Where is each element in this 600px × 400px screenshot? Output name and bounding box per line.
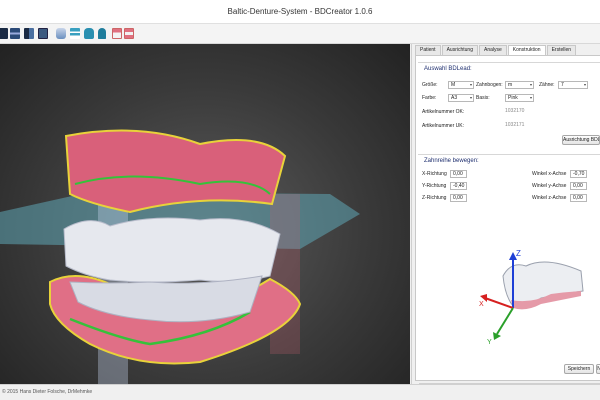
- teeth-row-icon[interactable]: [112, 28, 122, 39]
- tooth-single-icon[interactable]: [98, 28, 106, 39]
- construction-panel: Patient Ausrichtung Analyse Konstruktion…: [411, 44, 600, 390]
- tab-ausrichtung[interactable]: Ausrichtung: [441, 45, 478, 55]
- auswahl-group: Auswahl BDLead: Größe: M ▾ Zahnbogen: m ▾ …: [418, 62, 600, 150]
- model-toggle-icon[interactable]: [56, 28, 66, 39]
- zaehne-value: 7: [561, 82, 564, 88]
- view-front-icon[interactable]: [0, 28, 8, 39]
- zahnreihe-title: Zahnreihe bewegen:: [424, 158, 479, 164]
- ausrichtung-button[interactable]: Ausrichtung BDLead: [562, 135, 600, 145]
- zahnbogen-label: Zahnbogen:: [476, 82, 503, 88]
- lines-icon[interactable]: [70, 28, 80, 39]
- toolbar: [0, 24, 600, 44]
- 3d-viewport[interactable]: [0, 44, 410, 384]
- tab-content: Auswahl BDLead: Größe: M ▾ Zahnbogen: m ▾ …: [415, 55, 600, 390]
- axis-y-line: [496, 307, 514, 335]
- view-grid-icon[interactable]: [38, 28, 48, 39]
- winkel-y-label: Winkel y-Achse: [532, 183, 567, 189]
- y-richtung-input[interactable]: -0,40: [450, 182, 467, 190]
- window-title: Baltic-Denture-System - BDCreator 1.0.6: [227, 7, 373, 16]
- orientation-preview[interactable]: Z X Y: [471, 236, 591, 346]
- title-bar: Baltic-Denture-System - BDCreator 1.0.6: [0, 0, 600, 24]
- zahnbogen-value: m: [508, 82, 513, 88]
- farbe-select[interactable]: A3 ▾: [448, 94, 474, 102]
- artikel-uk-value: 1032171: [505, 122, 525, 128]
- chevron-down-icon: ▾: [529, 95, 532, 100]
- auswahl-title: Auswahl BDLead:: [424, 66, 472, 72]
- tab-bar: Patient Ausrichtung Analyse Konstruktion…: [415, 45, 577, 55]
- view-bar-icon[interactable]: [10, 28, 20, 39]
- chevron-down-icon: ▾: [583, 82, 586, 87]
- winkel-z-label: Winkel z-Achse: [532, 195, 567, 201]
- artikel-uk-label: Artikelnummer UK:: [422, 123, 464, 129]
- winkel-z-input[interactable]: 0,00: [570, 194, 587, 202]
- groesse-select[interactable]: M ▾: [448, 81, 474, 89]
- winkel-y-input[interactable]: 0,00: [570, 182, 587, 190]
- tab-patient[interactable]: Patient: [415, 45, 441, 55]
- artikel-ok-value: 1032170: [505, 108, 525, 114]
- layers-icon[interactable]: [124, 28, 134, 39]
- chevron-down-icon: ▾: [529, 82, 532, 87]
- tab-konstruktion[interactable]: Konstruktion: [507, 45, 546, 55]
- z-richtung-label: Z-Richtung: [422, 195, 447, 201]
- y-richtung-label: Y-Richtung: [422, 183, 447, 189]
- basis-label: Basis:: [476, 95, 490, 101]
- farbe-value: A3: [451, 95, 458, 101]
- status-bar: © 2015 Hans Dieter Folsche, DrMehmke: [0, 384, 600, 400]
- groesse-label: Größe:: [422, 82, 438, 88]
- zahnbogen-select[interactable]: m ▾: [505, 81, 534, 89]
- basis-select[interactable]: Pink ▾: [505, 94, 534, 102]
- groesse-value: M: [451, 82, 456, 88]
- zahnreihe-group: Zahnreihe bewegen: X-Richtung 0,00 Winke…: [418, 154, 600, 204]
- artikel-ok-label: Artikelnummer OK:: [422, 109, 465, 115]
- speichern-button[interactable]: Speichern: [564, 364, 594, 374]
- x-richtung-label: X-Richtung: [422, 171, 447, 177]
- axis-y-label: Y: [487, 339, 492, 346]
- farbe-label: Farbe:: [422, 95, 437, 101]
- denture-model[interactable]: [0, 44, 410, 384]
- chevron-down-icon: ▾: [469, 95, 472, 100]
- x-richtung-input[interactable]: 0,00: [450, 170, 467, 178]
- tab-analyse[interactable]: Analyse: [478, 45, 507, 55]
- status-text: © 2015 Hans Dieter Folsche, DrMehmke: [2, 389, 93, 395]
- zaehne-label: Zähne:: [539, 82, 555, 88]
- axis-z-label: Z: [516, 249, 521, 258]
- winkel-x-input[interactable]: -0,70: [570, 170, 587, 178]
- view-split-icon[interactable]: [24, 28, 34, 39]
- z-richtung-input[interactable]: 0,00: [450, 194, 467, 202]
- zaehne-select[interactable]: 7 ▾: [558, 81, 588, 89]
- tab-erstellen[interactable]: Erstellen: [546, 45, 577, 55]
- next-button[interactable]: N: [596, 364, 600, 374]
- upper-teeth: [63, 217, 281, 283]
- winkel-x-label: Winkel x-Achse: [532, 171, 567, 177]
- axis-x-label: X: [479, 301, 484, 308]
- chevron-down-icon: ▾: [469, 82, 472, 87]
- upper-gum: [64, 129, 287, 214]
- tooth-upper-icon[interactable]: [84, 28, 94, 39]
- basis-value: Pink: [508, 95, 518, 101]
